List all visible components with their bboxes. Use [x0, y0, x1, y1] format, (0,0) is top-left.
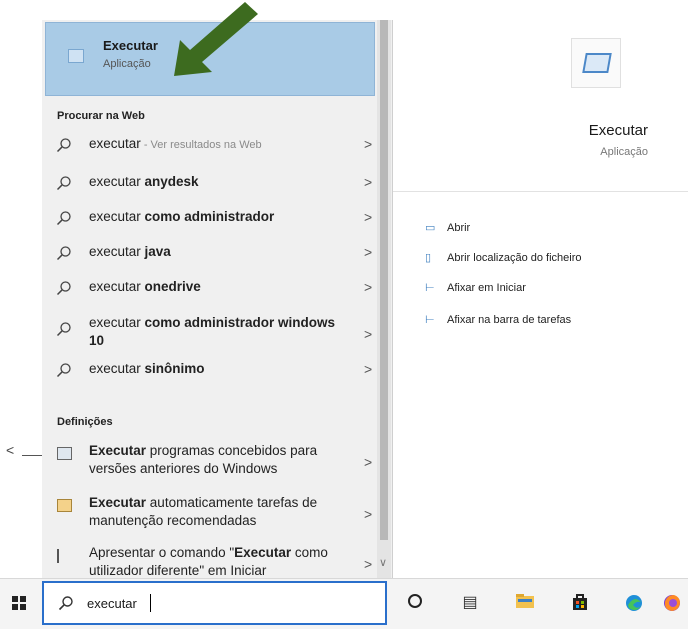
pin-icon: ⊢ [425, 314, 435, 326]
taskbar-search-box[interactable]: executar [42, 581, 387, 625]
best-match-subtitle: Aplicação [103, 58, 151, 70]
pin-settings-icon [57, 549, 65, 563]
file-explorer-icon[interactable] [515, 593, 535, 613]
action-open[interactable]: ▭ Abrir [425, 221, 470, 234]
chevron-right-icon: > [364, 136, 373, 152]
web-search-item-text: executar java [89, 244, 171, 259]
chevron-right-icon: > [364, 244, 373, 260]
divider-line [22, 455, 42, 456]
settings-item-text: Executar programas concebidos para versõ… [89, 443, 318, 476]
web-search-item-text: executar anydesk [89, 174, 199, 189]
action-pin-to-taskbar[interactable]: ⊢ Afixar na barra de tarefas [425, 313, 571, 326]
chevron-right-icon: > [364, 209, 373, 225]
search-icon [56, 138, 71, 153]
run-app-icon [68, 49, 84, 63]
task-view-icon[interactable]: ▤ [460, 593, 480, 613]
detail-divider [393, 191, 688, 192]
web-section-heading: Procurar na Web [57, 110, 145, 122]
search-icon [56, 281, 71, 296]
search-results-panel: Executar Aplicação Procurar na Web execu… [42, 20, 393, 578]
chevron-right-icon: > [364, 454, 373, 470]
run-app-large-icon [571, 38, 621, 88]
settings-item[interactable]: Apresentar o comando "Executar como util… [42, 542, 382, 578]
settings-item-text: Apresentar o comando "Executar como util… [89, 545, 328, 578]
green-arrow-annotation [174, 2, 258, 76]
text-caret [150, 594, 151, 612]
detail-subtitle: Aplicação [600, 146, 648, 158]
search-icon [58, 596, 73, 611]
open-icon: ▭ [425, 222, 436, 234]
action-pin-to-start[interactable]: ⊢ Afixar em Iniciar [425, 281, 526, 294]
web-search-item-text: executar como administrador windows 10 [89, 315, 336, 348]
action-open-file-location[interactable]: ▯ Abrir localização do ficheiro [425, 251, 582, 264]
results-scrollbar[interactable]: ∨ [377, 20, 391, 578]
maintenance-settings-icon [57, 499, 72, 512]
search-input-value[interactable]: executar [87, 596, 137, 611]
chevron-right-icon: > [364, 506, 373, 522]
chevron-right-icon: > [364, 174, 373, 190]
search-icon [56, 246, 71, 261]
chevron-right-icon: > [364, 361, 373, 377]
settings-item-text: Executar automaticamente tarefas de manu… [89, 495, 318, 528]
search-icon [56, 176, 71, 191]
search-icon [56, 211, 71, 226]
edge-icon[interactable] [624, 593, 644, 613]
settings-section-heading: Definições [57, 416, 113, 428]
file-location-icon: ▯ [425, 252, 432, 264]
web-search-item-text: executar como administrador [89, 209, 275, 224]
scroll-down-icon[interactable]: ∨ [379, 556, 387, 569]
firefox-icon[interactable] [662, 593, 682, 613]
chevron-right-icon: > [364, 326, 373, 342]
search-icon [56, 363, 71, 378]
web-search-item[interactable]: executar - Ver resultados na Web > [42, 128, 382, 162]
store-icon[interactable] [570, 593, 590, 613]
scrollbar-thumb[interactable] [380, 20, 388, 540]
search-icon [56, 322, 71, 337]
chevron-right-icon: > [364, 279, 373, 295]
chevron-right-icon: > [364, 556, 373, 572]
settings-item[interactable]: Executar automaticamente tarefas de manu… [42, 492, 382, 536]
web-search-item[interactable]: executar onedrive > [42, 271, 382, 305]
detail-panel: Executar Aplicação ▭ Abrir ▯ Abrir localiz… [393, 0, 688, 578]
pin-icon: ⊢ [425, 282, 435, 294]
settings-item[interactable]: Executar programas concebidos para versõ… [42, 440, 382, 484]
web-search-item-text: executar sinônimo [89, 361, 205, 376]
web-search-item-text: executar onedrive [89, 279, 201, 294]
web-search-item-text: executar - Ver resultados na Web [89, 136, 262, 151]
web-search-item[interactable]: executar anydesk > [42, 166, 382, 200]
web-search-item[interactable]: executar java > [42, 236, 382, 270]
web-search-item[interactable]: executar como administrador > [42, 201, 382, 235]
detail-title: Executar [588, 122, 648, 139]
cortana-icon[interactable] [405, 593, 425, 613]
chevron-left-icon[interactable]: < [6, 442, 14, 458]
compat-settings-icon [57, 447, 72, 460]
web-search-item[interactable]: executar sinônimo > [42, 353, 382, 387]
taskbar: executar ▤ [0, 578, 688, 629]
web-search-item[interactable]: executar como administrador windows 10 > [42, 312, 382, 356]
windows-start-icon[interactable] [12, 596, 26, 610]
